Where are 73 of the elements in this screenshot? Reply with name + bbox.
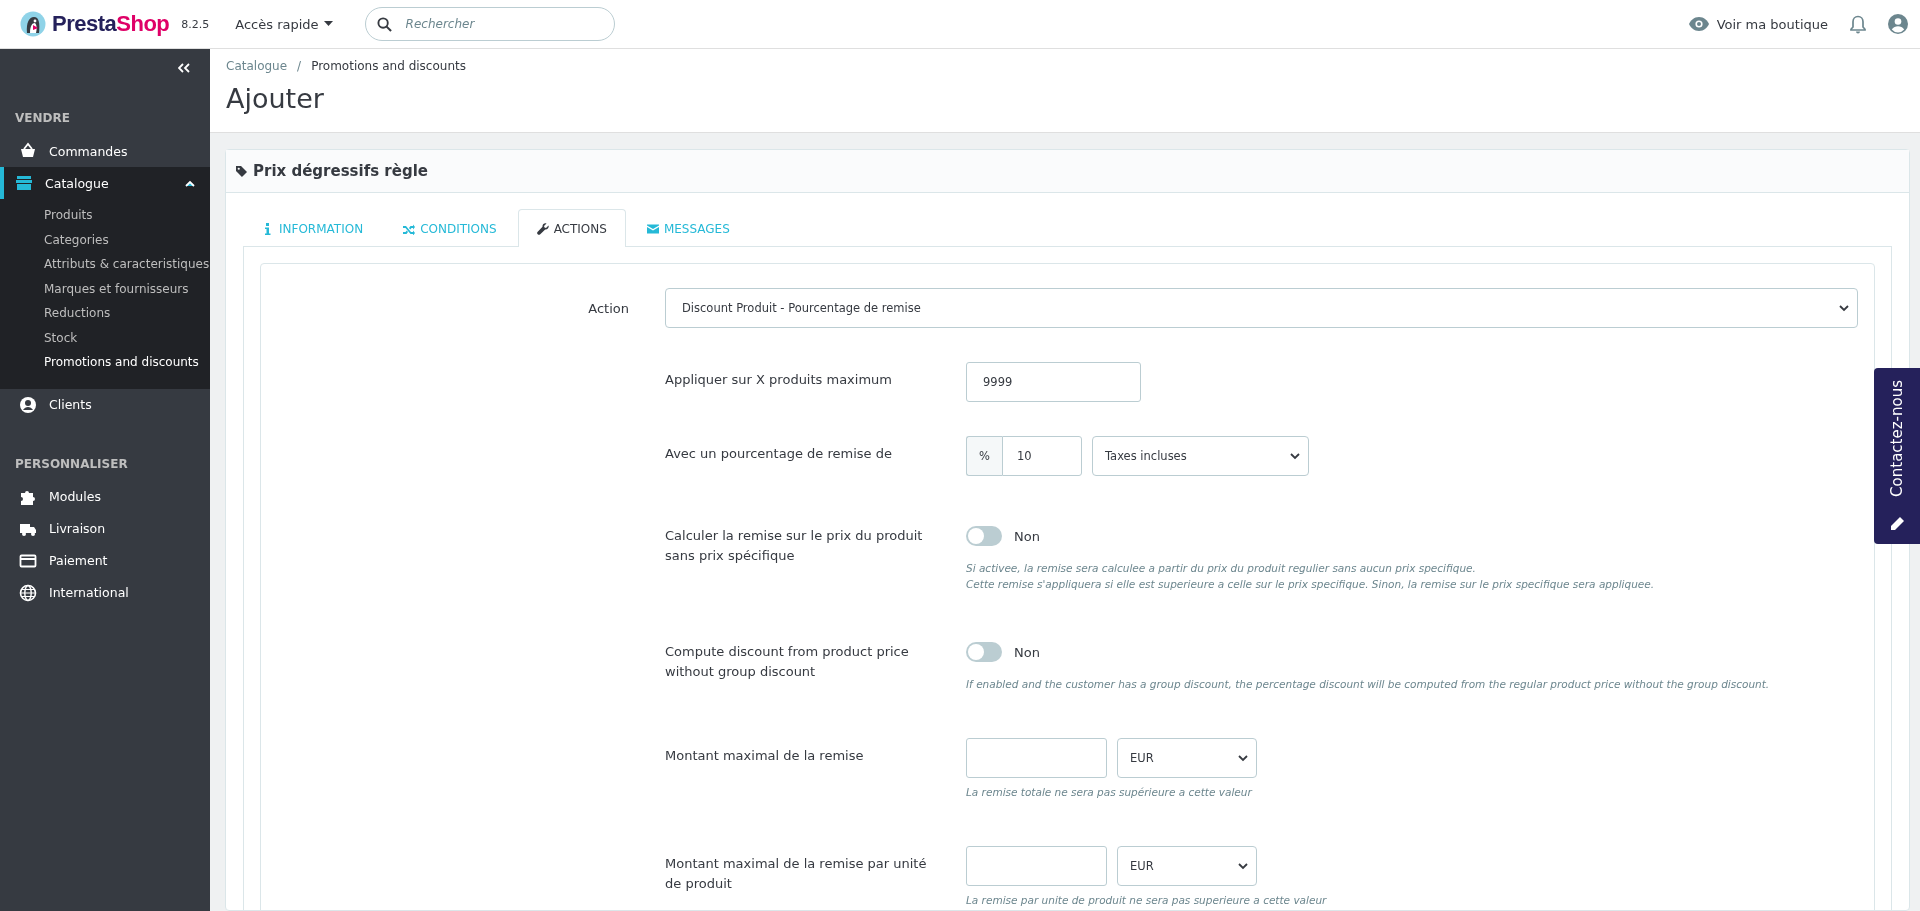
field-label: Calculer la remise sur le prix du produit sans prix spécifique	[665, 527, 924, 565]
field-label: Montant maximal de la remise par unité de produit	[665, 855, 928, 893]
help-text: Cette remise s'appliquera si elle est superieure a celle sur le prix specifique. Sinon, la remise sur le prix specifique sera appliquee.	[966, 577, 1655, 592]
help-text: La remise totale ne sera pas supérieure a cette valeur	[966, 785, 1254, 800]
sidebar-item[interactable]: Commandes	[0, 135, 210, 167]
sidebar-item[interactable]: Paiement	[0, 544, 210, 577]
submenu-item[interactable]: Attributs & caracteristiques	[0, 252, 210, 277]
breadcrumb-current: Promotions and discounts	[311, 59, 466, 73]
input-addon: %	[966, 436, 1002, 476]
info-icon	[262, 223, 274, 235]
user-avatar-icon[interactable]	[1888, 14, 1908, 34]
puffin-logo-icon	[20, 11, 46, 37]
search-field[interactable]: Rechercher	[364, 7, 615, 41]
chevron-down-icon	[1839, 304, 1849, 312]
envelope-icon	[646, 223, 659, 235]
submenu-item[interactable]: Produits	[0, 203, 210, 228]
sidebar-item[interactable]: Clients	[0, 388, 210, 421]
action-dropdown[interactable]: Discount Produit - Pourcentage de remise	[665, 288, 1858, 328]
field-label: Montant maximal de la remise	[665, 747, 865, 765]
chevron-down-icon	[1290, 452, 1300, 460]
breadcrumb-separator: /	[297, 59, 302, 73]
sidebar-item[interactable]: Modules	[0, 480, 210, 513]
eye-icon	[1688, 17, 1709, 31]
version-label: 8.2.5	[181, 17, 210, 31]
chevron-down-icon	[1238, 754, 1248, 762]
help-text: Si activee, la remise sera calculee a partir du prix du produit regulier sans aucun prix specifique.	[966, 561, 1477, 576]
submenu-item[interactable]: Promotions and discounts	[0, 350, 210, 375]
toggle-switch[interactable]	[966, 642, 1002, 662]
submenu-item[interactable]: Marques et fournisseurs	[0, 276, 210, 301]
caret-icon	[323, 21, 333, 27]
bell-icon[interactable]	[1850, 14, 1866, 34]
field-label: Compute discount from product price without group discount	[665, 643, 910, 681]
breadcrumb-link[interactable]: Catalogue	[226, 59, 288, 73]
panel-title: Prix dégressifs règle	[253, 162, 428, 180]
tab[interactable]: ACTIONS	[517, 209, 626, 247]
pencil-icon	[1889, 516, 1905, 532]
brand-wordmark: PrestaShop	[52, 11, 170, 37]
wrench-icon	[536, 223, 549, 235]
view-shop-link[interactable]: Voir ma boutique	[1688, 16, 1828, 32]
globe-icon	[19, 583, 37, 602]
quick-access-menu[interactable]: Accès rapide	[235, 16, 333, 32]
field-label: Appliquer sur X produits maximum	[665, 371, 893, 389]
submenu-item[interactable]: Categories	[0, 227, 210, 252]
field-label: Avec un pourcentage de remise de	[665, 445, 893, 463]
dropdown[interactable]: EUR	[1117, 738, 1257, 778]
section-heading: PERSONNALISER	[14, 455, 129, 473]
text-input[interactable]: 10	[1002, 436, 1082, 476]
text-input[interactable]	[966, 738, 1107, 778]
text-input[interactable]: 9999	[966, 362, 1141, 402]
field-label: Action	[587, 300, 629, 316]
dropdown[interactable]: Taxes incluses	[1092, 436, 1309, 476]
help-text: If enabled and the customer has a group discount, the percentage discount will be computed from the regular product price without the group discount.	[966, 677, 1770, 692]
toggle-switch[interactable]	[966, 526, 1002, 546]
section-heading: VENDRE	[14, 110, 71, 127]
toggle-state-label: Non	[1014, 528, 1040, 544]
collapse-icon[interactable]	[178, 63, 190, 73]
submenu-item[interactable]: Reductions	[0, 301, 210, 326]
dropdown[interactable]: EUR	[1117, 846, 1257, 886]
text-input[interactable]	[966, 846, 1107, 886]
sidebar-item[interactable]: Livraison	[0, 512, 210, 545]
search-icon	[376, 17, 392, 32]
chevron-down-icon	[1238, 862, 1248, 870]
toggle-state-label: Non	[1014, 644, 1040, 660]
tag-icon	[236, 165, 247, 177]
user-circle-icon	[19, 395, 37, 414]
sidebar-item[interactable]: Catalogue	[0, 167, 210, 199]
contact-us-tab[interactable]: Contactez-nous	[1874, 368, 1920, 544]
page-title: Ajouter	[226, 83, 325, 114]
shuffle-icon	[403, 223, 416, 235]
sidebar-item[interactable]: International	[0, 576, 210, 609]
help-text: La remise par unite de produit ne sera pas superieure a cette valeur	[966, 893, 1327, 908]
basket-icon	[19, 142, 37, 160]
submenu-item[interactable]: Stock	[0, 325, 210, 350]
